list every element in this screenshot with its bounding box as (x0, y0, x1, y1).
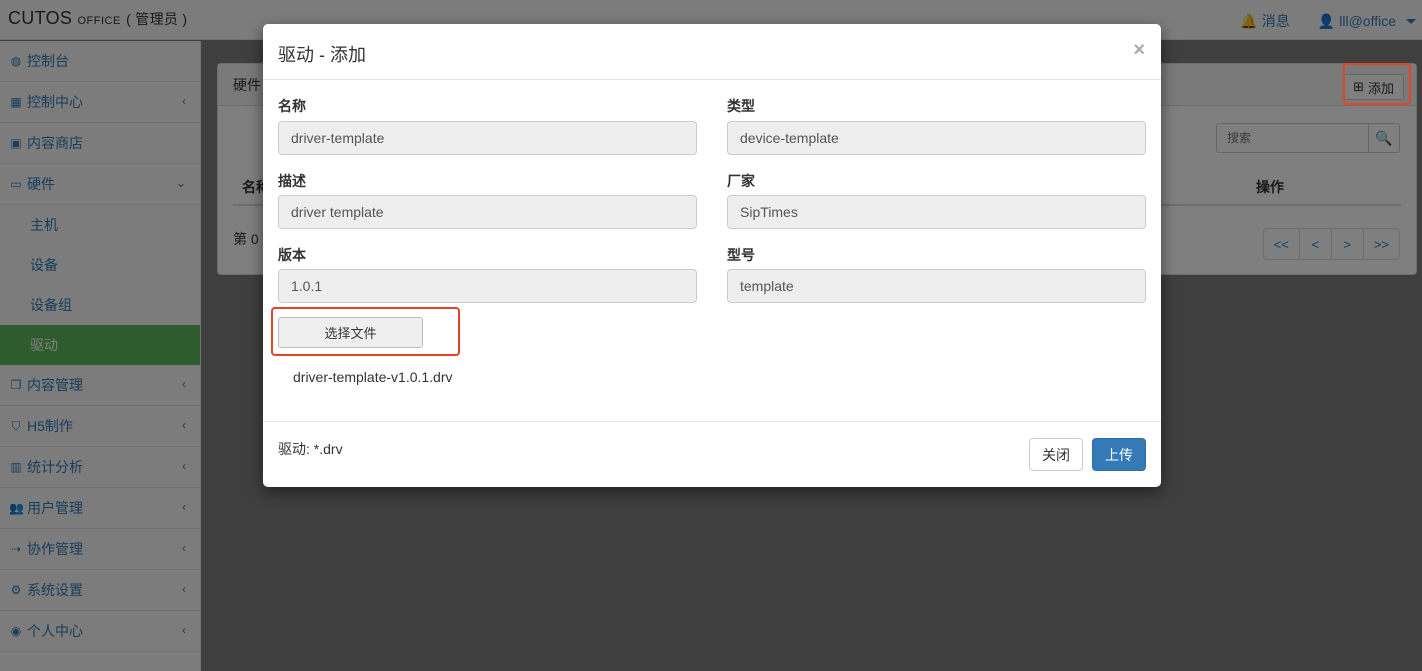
version-field[interactable]: 1.0.1 (278, 269, 697, 303)
modal-header: 驱动 - 添加 × (263, 24, 1161, 80)
type-label: 类型 (727, 98, 755, 114)
close-icon[interactable]: × (1133, 39, 1145, 62)
type-field[interactable]: device-template (727, 121, 1146, 155)
model-field[interactable]: template (727, 269, 1146, 303)
model-label: 型号 (727, 247, 755, 263)
modal-title: 驱动 - 添加 (278, 45, 366, 65)
name-label: 名称 (278, 98, 306, 114)
upload-button[interactable]: 上传 (1092, 438, 1146, 471)
modal-footer: 驱动: *.drv 关闭 上传 (263, 421, 1161, 487)
description-field[interactable]: driver template (278, 195, 697, 229)
add-driver-modal: 驱动 - 添加 × 名称 driver-template 类型 device-t… (263, 24, 1161, 487)
vendor-field[interactable]: SipTimes (727, 195, 1146, 229)
selected-file-name: driver-template-v1.0.1.drv (293, 369, 453, 385)
vendor-label: 厂家 (727, 173, 755, 189)
file-type-note: 驱动: *.drv (278, 441, 343, 457)
description-label: 描述 (278, 173, 306, 189)
name-field[interactable]: driver-template (278, 121, 697, 155)
close-button[interactable]: 关闭 (1029, 438, 1083, 471)
version-label: 版本 (278, 247, 306, 263)
choose-file-button[interactable]: 选择文件 (278, 317, 423, 348)
